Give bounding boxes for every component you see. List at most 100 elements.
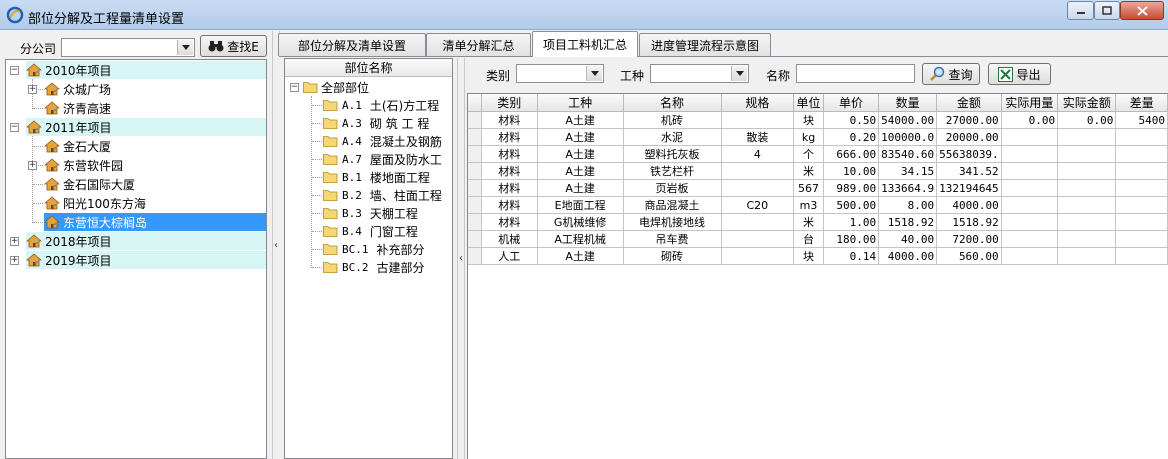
table-cell[interactable]: 台 xyxy=(793,230,824,248)
table-cell[interactable] xyxy=(1001,128,1059,146)
table-cell[interactable]: 0.14 xyxy=(823,247,880,265)
row-indicator[interactable] xyxy=(468,111,482,129)
part-tree[interactable]: 部位名称 − 全部部位 A.1 土(石)方工程 A.3 砌 筑 工 程 A.4 混凝土及钢筋 A… xyxy=(284,58,453,459)
table-cell[interactable] xyxy=(1057,145,1117,163)
table-cell[interactable]: 页岩板 xyxy=(623,179,722,197)
table-row[interactable]: 材料 A土建 页岩板 567 989.00 133664.9 132194645 xyxy=(468,179,1168,197)
table-cell[interactable]: 0.00 xyxy=(1057,111,1117,129)
column-header[interactable]: 实际金额 xyxy=(1057,94,1117,112)
table-cell[interactable]: A土建 xyxy=(537,162,624,180)
part-node[interactable]: B.3 天棚工程 xyxy=(323,204,452,222)
table-cell[interactable] xyxy=(1001,145,1059,163)
name-input[interactable] xyxy=(796,64,915,83)
column-header[interactable]: 类别 xyxy=(481,94,538,112)
table-cell[interactable]: 机砖 xyxy=(623,111,722,129)
table-cell[interactable]: 55638039. xyxy=(936,145,1002,163)
table-cell[interactable] xyxy=(1001,179,1059,197)
table-cell[interactable]: 40.00 xyxy=(878,230,938,248)
table-cell[interactable]: 0.50 xyxy=(823,111,880,129)
table-cell[interactable]: m3 xyxy=(793,196,824,214)
table-cell[interactable]: 个 xyxy=(793,145,824,163)
chevron-down-icon[interactable] xyxy=(731,66,747,81)
collapse-middle-icon[interactable]: ‹ xyxy=(459,253,463,264)
table-cell[interactable] xyxy=(1001,196,1059,214)
table-cell[interactable]: 567 xyxy=(793,179,824,197)
table-cell[interactable]: 989.00 xyxy=(823,179,880,197)
table-cell[interactable]: 商品混凝土 xyxy=(623,196,722,214)
table-cell[interactable] xyxy=(1057,230,1117,248)
expand-icon[interactable]: + xyxy=(28,85,37,94)
table-cell[interactable] xyxy=(1057,213,1117,231)
table-cell[interactable]: A土建 xyxy=(537,179,624,197)
table-cell[interactable]: 5400 xyxy=(1115,111,1168,129)
table-cell[interactable] xyxy=(1057,128,1117,146)
column-header[interactable]: 规格 xyxy=(721,94,795,112)
tree-year-node[interactable]: 2019年项目 xyxy=(26,251,266,269)
table-cell[interactable]: 180.00 xyxy=(823,230,880,248)
part-node[interactable]: A.3 砌 筑 工 程 xyxy=(323,114,452,132)
table-cell[interactable]: E地面工程 xyxy=(537,196,624,214)
table-cell[interactable] xyxy=(721,162,795,180)
part-node[interactable]: BC.2 古建部分 xyxy=(323,258,452,276)
table-cell[interactable]: 材料 xyxy=(481,111,538,129)
table-cell[interactable]: 材料 xyxy=(481,213,538,231)
column-header[interactable]: 实际用量 xyxy=(1001,94,1059,112)
part-node[interactable]: A.7 屋面及防水工 xyxy=(323,150,452,168)
table-cell[interactable] xyxy=(1115,162,1168,180)
tree-project-node[interactable]: 东营软件园 xyxy=(44,156,266,174)
table-cell[interactable]: 132194645 xyxy=(936,179,1002,197)
table-cell[interactable]: 材料 xyxy=(481,179,538,197)
table-cell[interactable]: 散装 xyxy=(721,128,795,146)
part-node[interactable]: BC.1 补充部分 xyxy=(323,240,452,258)
table-cell[interactable]: 500.00 xyxy=(823,196,880,214)
table-row[interactable]: 材料 A土建 塑料托灰板 4 个 666.00 83540.60 55638039. xyxy=(468,145,1168,163)
table-cell[interactable]: 7200.00 xyxy=(936,230,1002,248)
table-cell[interactable]: 米 xyxy=(793,162,824,180)
column-header[interactable]: 金额 xyxy=(936,94,1002,112)
table-cell[interactable]: 塑料托灰板 xyxy=(623,145,722,163)
row-indicator[interactable] xyxy=(468,196,482,214)
part-node[interactable]: B.4 门窗工程 xyxy=(323,222,452,240)
row-indicator[interactable] xyxy=(468,247,482,265)
collapse-left-icon[interactable]: ‹ xyxy=(274,240,278,251)
tree-project-node[interactable]: 众城广场 xyxy=(44,80,266,98)
row-indicator[interactable] xyxy=(468,230,482,248)
table-cell[interactable] xyxy=(1057,162,1117,180)
table-cell[interactable] xyxy=(1057,179,1117,197)
tree-project-node[interactable]: 金石国际大厦 xyxy=(44,175,266,193)
table-cell[interactable] xyxy=(721,111,795,129)
part-node[interactable]: A.4 混凝土及钢筋 xyxy=(323,132,452,150)
material-grid[interactable]: 类别 工种 名称 规格 单位 单价 数量 金额 实际用量 实际金额 差量 材料 A土建 机砖块 0.50 5… xyxy=(467,93,1168,459)
table-cell[interactable] xyxy=(1115,213,1168,231)
column-header[interactable]: 单价 xyxy=(823,94,880,112)
table-cell[interactable]: 吊车费 xyxy=(623,230,722,248)
table-cell[interactable]: 4000.00 xyxy=(878,247,938,265)
middle-splitter-handle[interactable]: ‹ xyxy=(457,58,465,459)
column-header[interactable]: 工种 xyxy=(537,94,624,112)
table-cell[interactable] xyxy=(721,247,795,265)
table-cell[interactable]: 34.15 xyxy=(878,162,938,180)
column-header[interactable]: 差量 xyxy=(1115,94,1168,112)
table-cell[interactable]: A土建 xyxy=(537,128,624,146)
table-cell[interactable]: G机械维修 xyxy=(537,213,624,231)
table-row[interactable]: 材料 G机械维修 电焊机接地线米 1.00 1518.92 1518.92 xyxy=(468,213,1168,231)
table-cell[interactable]: 材料 xyxy=(481,145,538,163)
table-cell[interactable]: 10.00 xyxy=(823,162,880,180)
collapse-icon[interactable]: − xyxy=(10,66,19,75)
tree-project-node[interactable]: 金石大厦 xyxy=(44,137,266,155)
tab-material-summary[interactable]: 项目工料机汇总 xyxy=(532,31,638,57)
table-cell[interactable] xyxy=(1057,196,1117,214)
query-button[interactable]: 查询 xyxy=(922,63,980,85)
part-node[interactable]: B.1 楼地面工程 xyxy=(323,168,452,186)
table-cell[interactable] xyxy=(1001,162,1059,180)
column-header[interactable]: 单位 xyxy=(793,94,824,112)
table-cell[interactable]: C20 xyxy=(721,196,795,214)
table-cell[interactable] xyxy=(721,179,795,197)
part-root-node[interactable]: 全部部位 xyxy=(303,78,451,96)
table-cell[interactable]: A土建 xyxy=(537,111,624,129)
branch-select[interactable] xyxy=(61,38,195,57)
table-row[interactable]: 材料 A土建 水泥 散装 kg 0.20 100000.0 20000.00 xyxy=(468,128,1168,146)
table-cell[interactable] xyxy=(1001,230,1059,248)
table-cell[interactable]: 材料 xyxy=(481,196,538,214)
table-cell[interactable]: 电焊机接地线 xyxy=(623,213,722,231)
